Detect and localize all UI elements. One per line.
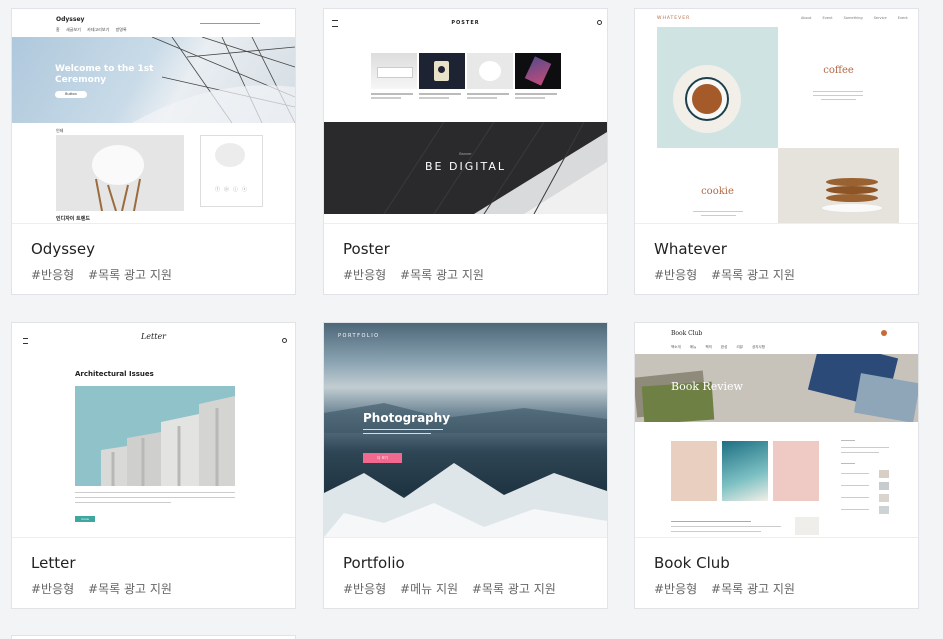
preview-list <box>671 517 821 535</box>
preview-banner-text: BE DIGITAL <box>425 160 506 173</box>
preview-cookie-image <box>778 148 899 223</box>
preview-thumb-1 <box>371 53 417 89</box>
theme-title[interactable]: Portfolio <box>343 554 405 572</box>
preview-thumb-3 <box>467 53 513 89</box>
preview-cookie-text <box>693 211 743 219</box>
preview-section-label: 인테 <box>56 128 64 133</box>
preview-thumb-4 <box>515 53 561 89</box>
theme-preview-portfolio[interactable]: PORTFOLIO Photography 더 보기 <box>324 323 607 537</box>
theme-title[interactable]: Book Club <box>654 554 730 572</box>
preview-coffee-image <box>657 27 778 148</box>
preview-hero-button: Button <box>55 91 87 98</box>
preview-thumb-captions <box>371 93 561 107</box>
theme-title[interactable]: Whatever <box>654 240 727 258</box>
preview-hero-text <box>363 429 443 439</box>
theme-tag[interactable]: #반응형 <box>654 268 697 282</box>
theme-tag[interactable]: #목록 광고 지원 <box>400 268 484 282</box>
theme-tag[interactable]: #목록 광고 지원 <box>88 582 172 596</box>
theme-title[interactable]: Letter <box>31 554 75 572</box>
theme-card-letter[interactable]: Letter Architectural Issues more Letter … <box>11 322 296 609</box>
preview-nav: About Event Something Service Event <box>801 16 908 20</box>
theme-card-whatever[interactable]: WHATEVER About Event Something Service E… <box>634 8 919 295</box>
preview-building-image <box>75 386 235 486</box>
theme-preview-odyssey[interactable]: Odyssey 홈 새글보기 카테고리보기 방명록 Welcome to the… <box>12 9 295 223</box>
preview-hero-title: Welcome to the 1st Ceremony <box>55 64 154 85</box>
preview-post-excerpt <box>75 492 235 508</box>
theme-tag[interactable]: #메뉴 지원 <box>400 582 458 596</box>
theme-tag[interactable]: #목록 광고 지원 <box>711 582 795 596</box>
preview-coffee-text <box>813 91 863 103</box>
theme-tags: #반응형 #목록 광고 지원 <box>343 266 494 283</box>
preview-banner-text: Book Review <box>671 380 743 393</box>
preview-chair-image <box>56 135 184 211</box>
theme-tag[interactable]: #반응형 <box>31 582 74 596</box>
avatar <box>881 330 887 336</box>
preview-thumb-2 <box>419 53 465 89</box>
theme-preview-poster[interactable]: POSTER Banner BE DIGITAL <box>324 9 607 223</box>
theme-tag[interactable]: #반응형 <box>31 268 74 282</box>
preview-sidebar-widget: ⓕⓟⓘⓣ <box>200 135 263 207</box>
preview-logo: Book Club <box>671 330 703 337</box>
preview-logo: Letter <box>140 332 167 341</box>
theme-tags: #반응형 #목록 광고 지원 <box>31 266 182 283</box>
preview-hero-button: 더 보기 <box>363 453 402 463</box>
theme-card-portfolio[interactable]: PORTFOLIO Photography 더 보기 Portfolio #반응… <box>323 322 608 609</box>
preview-post-title: Architectural Issues <box>75 370 154 378</box>
theme-tags: #반응형 #메뉴 지원 #목록 광고 지원 <box>343 580 566 597</box>
preview-more-button: more <box>75 516 95 522</box>
theme-tag[interactable]: #반응형 <box>343 582 386 596</box>
preview-logo: WHATEVER <box>657 16 691 21</box>
theme-tags: #반응형 #목록 광고 지원 <box>654 580 805 597</box>
preview-book-2 <box>722 441 768 501</box>
preview-search-box <box>200 18 260 24</box>
theme-title[interactable]: Odyssey <box>31 240 95 258</box>
theme-tag[interactable]: #반응형 <box>654 582 697 596</box>
theme-preview-letter[interactable]: Letter Architectural Issues more <box>12 323 295 537</box>
preview-logo: Odyssey <box>56 16 85 23</box>
preview-nav: 홈 새글보기 카테고리보기 방명록 <box>56 27 127 32</box>
preview-book-1 <box>671 441 717 501</box>
theme-card-book-club[interactable]: Book Club 책소개 메뉴 책의 완성 리뷰 공지사항 Book Revi… <box>634 322 919 609</box>
search-icon <box>282 338 287 343</box>
theme-card-poster[interactable]: POSTER Banner BE DIGITAL Poster #반응형 #목록… <box>323 8 608 295</box>
preview-nav: 책소개 메뉴 책의 완성 리뷰 공지사항 <box>671 345 765 349</box>
preview-hero-title: Photography <box>363 411 451 425</box>
preview-banner-label: Banner <box>459 152 472 156</box>
preview-banner: Book Review <box>635 354 918 422</box>
preview-cookie-label: cookie <box>701 186 734 197</box>
theme-preview-book-club[interactable]: Book Club 책소개 메뉴 책의 완성 리뷰 공지사항 Book Revi… <box>635 323 918 537</box>
theme-tags: #반응형 #목록 광고 지원 <box>654 266 805 283</box>
theme-tag[interactable]: #목록 광고 지원 <box>711 268 795 282</box>
preview-caption: 인디자이 트렌드 <box>56 216 90 222</box>
theme-card-odyssey[interactable]: Odyssey 홈 새글보기 카테고리보기 방명록 Welcome to the… <box>11 8 296 295</box>
preview-hero: Welcome to the 1st Ceremony Button <box>12 37 295 123</box>
theme-tag[interactable]: #목록 광고 지원 <box>88 268 172 282</box>
preview-coffee-label: coffee <box>823 65 854 76</box>
theme-preview-whatever[interactable]: WHATEVER About Event Something Service E… <box>635 9 918 223</box>
theme-title[interactable]: Poster <box>343 240 390 258</box>
preview-book-3 <box>773 441 819 501</box>
preview-logo: POSTER <box>451 20 480 26</box>
preview-banner: Banner BE DIGITAL <box>324 122 607 214</box>
preview-logo: PORTFOLIO <box>338 333 380 339</box>
preview-sidebar <box>841 440 889 535</box>
search-icon <box>597 20 602 25</box>
theme-tag[interactable]: #목록 광고 지원 <box>472 582 556 596</box>
theme-tag[interactable]: #반응형 <box>343 268 386 282</box>
theme-card-next[interactable] <box>11 635 296 639</box>
theme-tags: #반응형 #목록 광고 지원 <box>31 580 182 597</box>
